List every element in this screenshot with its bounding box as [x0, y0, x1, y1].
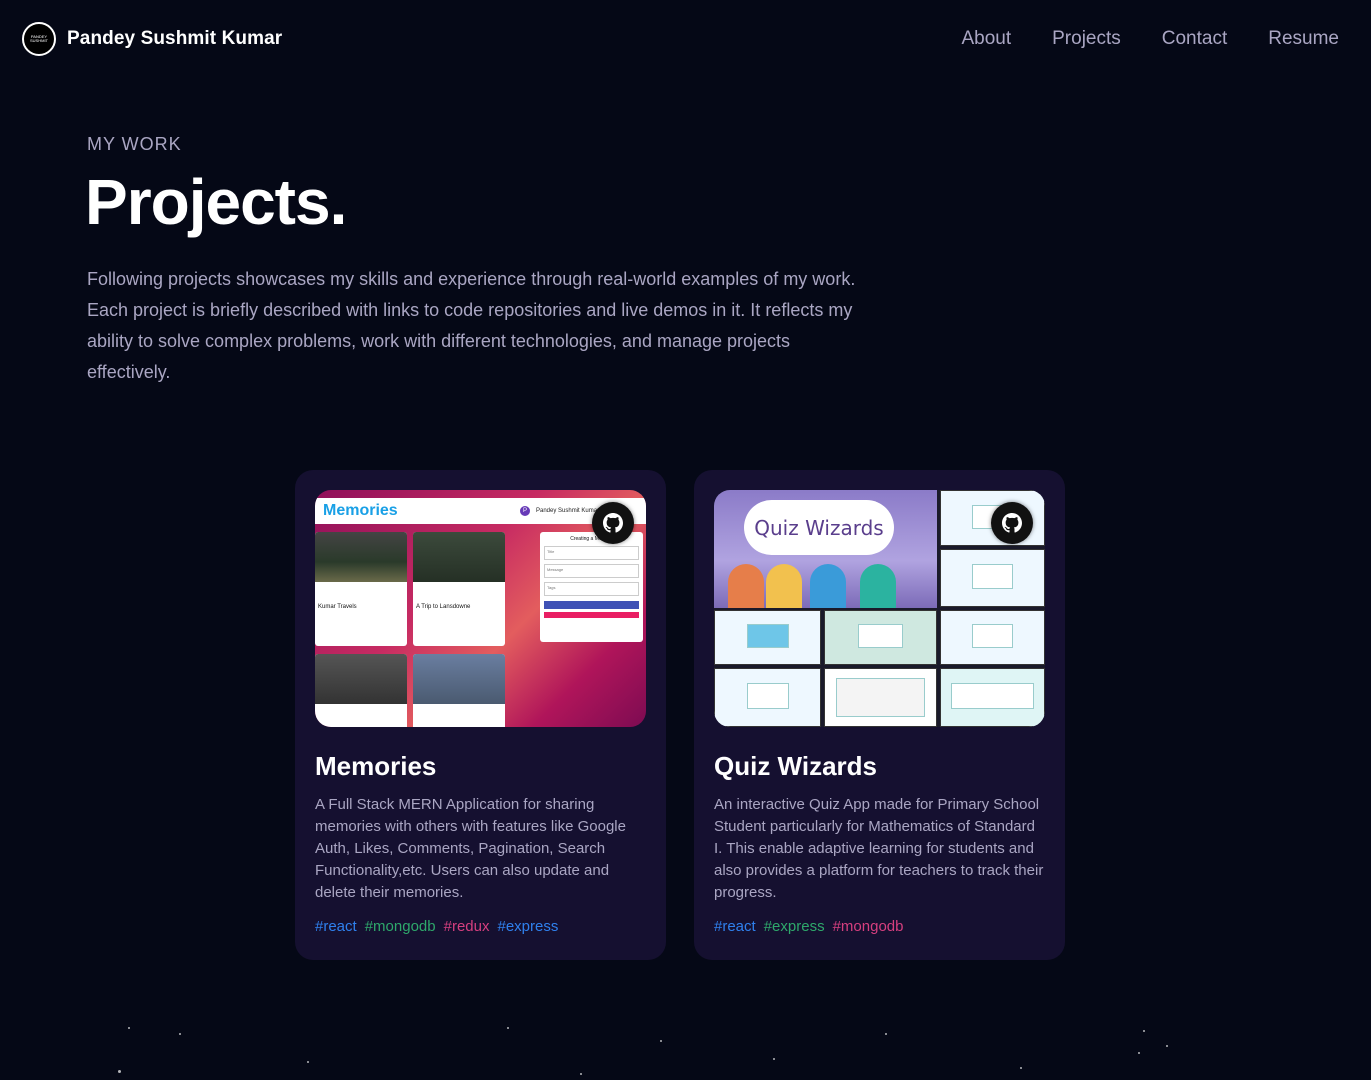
- quiz-tile: [824, 610, 937, 665]
- star: [885, 1033, 887, 1035]
- tag: #express: [497, 918, 559, 935]
- star: [1138, 1052, 1140, 1054]
- post-image: [315, 654, 407, 704]
- project-thumbnail: Quiz Wizards: [714, 490, 1045, 727]
- star: [118, 1070, 121, 1073]
- tag: #mongodb: [364, 918, 436, 935]
- star: [128, 1027, 130, 1029]
- intro-paragraph: Following projects showcases my skills a…: [87, 269, 856, 382]
- project-description: An interactive Quiz App made for Primary…: [714, 796, 1044, 901]
- project-card-quiz-wizards: Quiz Wizards Quiz Wizards An interactive…: [694, 470, 1065, 960]
- quiz-banner: Quiz Wizards: [714, 490, 937, 608]
- tag: #express: [763, 918, 825, 935]
- memories-form: Creating a Memory Title Message Tags: [540, 532, 643, 642]
- post-title: A Trip to Lansdowne: [416, 604, 471, 610]
- form-field: Tags: [544, 582, 639, 596]
- post-image: [315, 532, 407, 582]
- star: [507, 1027, 509, 1029]
- star: [307, 1061, 309, 1063]
- post-title: Kumar Travels: [318, 604, 357, 610]
- memories-post: A Trip to Lansdowne: [413, 532, 505, 646]
- form-field: Title: [544, 546, 639, 560]
- form-field: Message: [544, 564, 639, 578]
- quiz-tile: [940, 549, 1045, 607]
- quiz-tile: [940, 668, 1045, 727]
- page-title: Projects.: [85, 166, 347, 238]
- form-clear-bar: [544, 612, 639, 618]
- star: [660, 1040, 662, 1042]
- project-description: A Full Stack MERN Application for sharin…: [315, 796, 626, 901]
- tag: #mongodb: [832, 918, 904, 935]
- star: [1020, 1067, 1022, 1069]
- section-subtitle: MY WORK: [87, 134, 182, 154]
- quiz-tile: [714, 668, 821, 727]
- character-illustration: [860, 564, 896, 608]
- character-illustration: [728, 564, 764, 608]
- brand-name: Pandey Sushmit Kumar: [67, 28, 283, 49]
- github-icon: [1002, 513, 1022, 533]
- nav-links: About Projects Contact Resume: [961, 28, 1339, 50]
- github-icon: [603, 513, 623, 533]
- star: [1143, 1030, 1145, 1032]
- quiz-tile: [824, 668, 937, 727]
- project-thumbnail: Memories P Pandey Sushmit Kumar Kumar Tr…: [315, 490, 646, 727]
- github-link-button[interactable]: [592, 502, 634, 544]
- memories-user: P Pandey Sushmit Kumar: [520, 506, 599, 516]
- memories-app-title: Memories: [323, 502, 398, 519]
- form-submit-bar: [544, 601, 639, 609]
- project-card-memories: Memories P Pandey Sushmit Kumar Kumar Tr…: [295, 470, 666, 960]
- nav-link-resume[interactable]: Resume: [1268, 28, 1339, 50]
- memories-post: [413, 654, 505, 727]
- character-illustration: [810, 564, 846, 608]
- tag: #react: [315, 918, 357, 935]
- tag: #react: [714, 918, 756, 935]
- quiz-tile: [940, 610, 1045, 665]
- navbar: PANDEY SUSHMIT Pandey Sushmit Kumar Abou…: [0, 0, 1371, 78]
- project-tags: #react #express #mongodb: [714, 918, 903, 935]
- star: [773, 1058, 775, 1060]
- project-title: Memories: [315, 751, 437, 781]
- nav-link-about[interactable]: About: [961, 28, 1011, 50]
- post-image: [413, 654, 505, 704]
- tag: #redux: [443, 918, 490, 935]
- project-title: Quiz Wizards: [714, 751, 878, 781]
- star: [1166, 1045, 1168, 1047]
- brand-link[interactable]: PANDEY SUSHMIT Pandey Sushmit Kumar: [22, 22, 282, 56]
- quiz-banner-title: Quiz Wizards: [744, 500, 894, 555]
- avatar: P: [520, 506, 530, 516]
- memories-post: [315, 654, 407, 727]
- character-illustration: [766, 564, 802, 608]
- memories-user-name: Pandey Sushmit Kumar: [536, 508, 600, 514]
- post-image: [413, 532, 505, 582]
- github-link-button[interactable]: [991, 502, 1033, 544]
- logo-icon: PANDEY SUSHMIT: [22, 22, 56, 56]
- star: [580, 1073, 582, 1075]
- project-tags: #react #mongodb #redux #express: [315, 918, 558, 935]
- quiz-tile: [714, 610, 821, 665]
- star: [179, 1033, 181, 1035]
- nav-link-contact[interactable]: Contact: [1162, 28, 1227, 50]
- memories-post: Kumar Travels: [315, 532, 407, 646]
- nav-link-projects[interactable]: Projects: [1052, 28, 1121, 50]
